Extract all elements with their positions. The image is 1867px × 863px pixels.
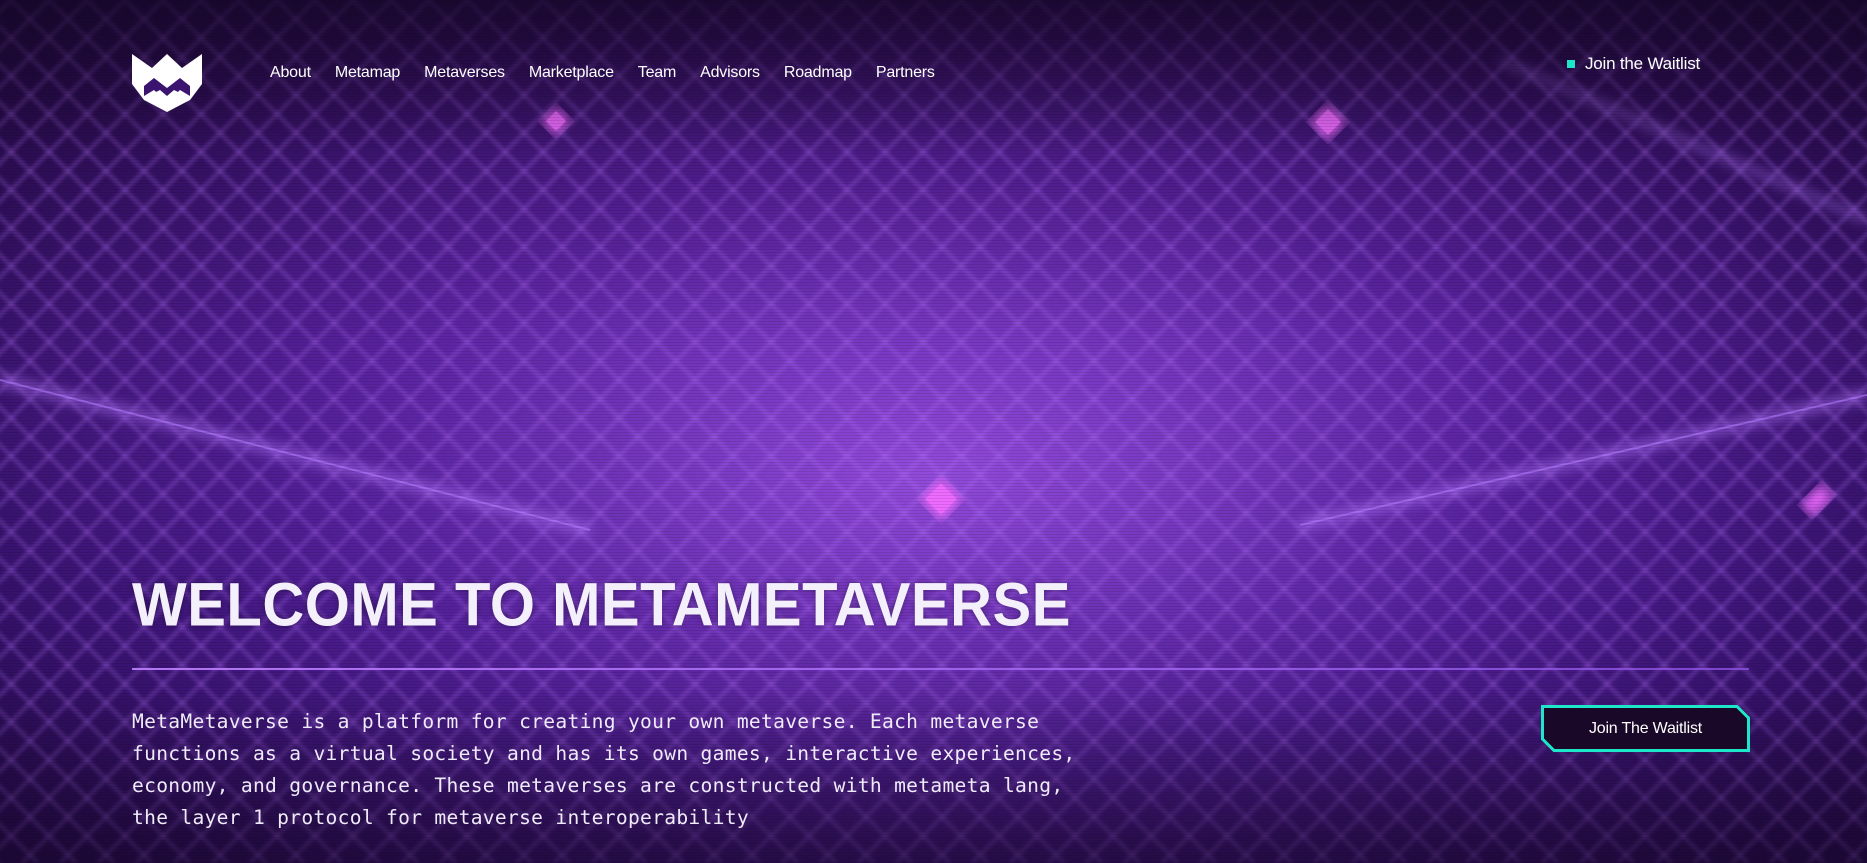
nav-item-roadmap[interactable]: Roadmap xyxy=(784,64,852,82)
nav-item-partners[interactable]: Partners xyxy=(876,64,935,82)
main-nav: About Metamap Metaverses Marketplace Tea… xyxy=(270,64,959,82)
nav-item-team[interactable]: Team xyxy=(638,64,677,82)
header-waitlist-link[interactable]: Join the Waitlist xyxy=(1567,54,1700,74)
header-waitlist-label: Join the Waitlist xyxy=(1585,54,1701,73)
nav-item-marketplace[interactable]: Marketplace xyxy=(529,64,614,82)
nav-item-metamap[interactable]: Metamap xyxy=(335,64,400,82)
join-waitlist-button[interactable]: Join The Waitlist xyxy=(1541,705,1750,752)
join-waitlist-button-label: Join The Waitlist xyxy=(1588,719,1703,737)
hero-description: MetaMetaverse is a platform for creating… xyxy=(132,710,1076,829)
hero-title: WELCOME TO METAMETAVERSE xyxy=(132,571,1071,640)
metametaverse-m-logo-icon[interactable] xyxy=(130,50,204,112)
hero-divider xyxy=(132,668,1749,670)
nav-item-about[interactable]: About xyxy=(270,64,311,82)
nav-item-metaverses[interactable]: Metaverses xyxy=(424,64,505,82)
square-bullet-icon xyxy=(1567,60,1575,68)
nav-item-advisors[interactable]: Advisors xyxy=(700,64,760,82)
